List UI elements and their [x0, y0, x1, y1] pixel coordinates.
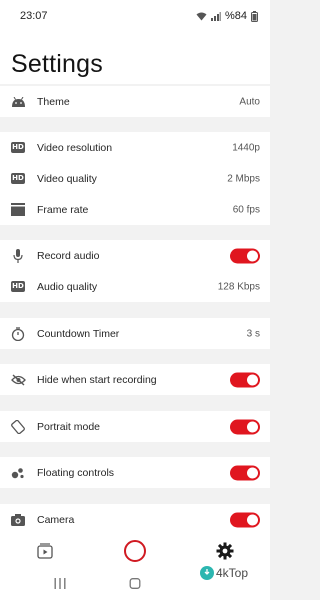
- portrait-mode-toggle[interactable]: [230, 419, 260, 434]
- bottom-navigation: [0, 532, 270, 570]
- header: Settings: [0, 32, 270, 84]
- toggle-knob: [247, 421, 258, 432]
- signal-icon: [210, 11, 221, 21]
- microphone-icon: [10, 248, 26, 264]
- setting-row-frame-rate[interactable]: Frame rate 60 fps: [0, 194, 270, 225]
- setting-row-floating-controls[interactable]: Floating controls: [0, 457, 270, 488]
- camera-toggle[interactable]: [230, 512, 260, 527]
- record-audio-toggle[interactable]: [230, 248, 260, 263]
- setting-row-portrait-mode[interactable]: Portrait mode: [0, 411, 270, 442]
- settings-group-audio: Record audio HD Audio quality 128 Kbps: [0, 240, 270, 302]
- setting-label: Countdown Timer: [37, 327, 120, 340]
- camera-icon: [10, 512, 26, 528]
- frame-rate-icon: [10, 202, 26, 218]
- status-bar: 23:07 %84: [0, 0, 270, 32]
- status-time: 23:07: [20, 10, 48, 22]
- settings-group-camera: Camera: [0, 504, 270, 535]
- setting-row-video-resolution[interactable]: HD Video resolution 1440p: [0, 132, 270, 163]
- toggle-knob: [247, 374, 258, 385]
- toggle-knob: [247, 467, 258, 478]
- watermark: 4kTop: [200, 566, 248, 580]
- setting-value: Auto: [239, 96, 260, 107]
- setting-label: Frame rate: [37, 203, 89, 216]
- hd-icon: HD: [11, 142, 25, 153]
- eye-off-icon: [10, 372, 26, 388]
- settings-group-orientation: Portrait mode: [0, 411, 270, 442]
- battery-icon: [251, 10, 258, 22]
- home-icon[interactable]: [129, 576, 141, 594]
- toggle-knob: [247, 514, 258, 525]
- setting-value: 128 Kbps: [217, 281, 260, 292]
- settings-gear-icon[interactable]: [216, 542, 234, 560]
- setting-row-hide-when-recording[interactable]: Hide when start recording: [0, 364, 270, 395]
- videos-icon[interactable]: [37, 543, 53, 559]
- settings-group-timer: Countdown Timer 3 s: [0, 318, 270, 349]
- timer-icon: [10, 326, 26, 342]
- setting-row-countdown-timer[interactable]: Countdown Timer 3 s: [0, 318, 270, 349]
- status-icons: %84: [196, 10, 258, 22]
- setting-label: Theme: [37, 95, 70, 108]
- watermark-logo-icon: [200, 566, 214, 580]
- setting-row-theme[interactable]: Theme Auto: [0, 86, 270, 117]
- setting-row-audio-quality[interactable]: HD Audio quality 128 Kbps: [0, 271, 270, 302]
- battery-percent: %84: [224, 10, 247, 22]
- screen-rotation-icon: [10, 419, 26, 435]
- setting-value: 1440p: [232, 142, 260, 153]
- setting-row-record-audio[interactable]: Record audio: [0, 240, 270, 271]
- settings-group-video: HD Video resolution 1440p HD Video quali…: [0, 132, 270, 225]
- record-circle-icon: [124, 540, 146, 562]
- settings-group-hide: Hide when start recording: [0, 364, 270, 395]
- setting-value: 2 Mbps: [227, 173, 260, 184]
- watermark-text: 4kTop: [216, 566, 249, 580]
- page-title: Settings: [11, 50, 103, 78]
- hd-icon: HD: [11, 281, 25, 292]
- bubbles-icon: [10, 465, 26, 481]
- toggle-knob: [247, 250, 258, 261]
- setting-row-video-quality[interactable]: HD Video quality 2 Mbps: [0, 163, 270, 194]
- recent-apps-icon[interactable]: [54, 576, 66, 594]
- setting-row-camera[interactable]: Camera: [0, 504, 270, 535]
- hd-icon: HD: [11, 173, 25, 184]
- floating-controls-toggle[interactable]: [230, 465, 260, 480]
- setting-value: 60 fps: [232, 204, 260, 215]
- android-icon: [10, 94, 26, 110]
- setting-label: Video resolution: [37, 141, 113, 154]
- settings-group-appearance: Theme Auto: [0, 86, 270, 117]
- setting-label: Audio quality: [37, 280, 98, 293]
- setting-value: 3 s: [246, 328, 260, 339]
- hide-when-recording-toggle[interactable]: [230, 372, 260, 387]
- setting-label: Video quality: [37, 172, 97, 185]
- setting-label: Portrait mode: [37, 420, 101, 433]
- setting-label: Record audio: [37, 249, 100, 262]
- setting-label: Floating controls: [37, 466, 115, 479]
- setting-label: Hide when start recording: [37, 373, 157, 386]
- wifi-icon: [196, 12, 207, 20]
- settings-group-floating: Floating controls: [0, 457, 270, 488]
- setting-label: Camera: [37, 513, 75, 526]
- record-button[interactable]: [124, 540, 146, 562]
